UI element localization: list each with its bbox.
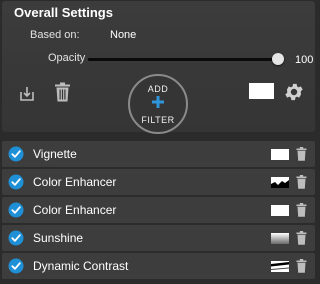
panel-title: Overall Settings: [14, 5, 113, 20]
overall-settings-panel: Overall Settings Based on: None Opacity …: [2, 1, 315, 134]
filter-name: Vignette: [33, 147, 77, 161]
trash-icon[interactable]: [296, 175, 307, 189]
check-circle-icon[interactable]: [8, 174, 24, 190]
trash-icon[interactable]: [296, 147, 307, 161]
trash-icon[interactable]: [296, 203, 307, 217]
opacity-slider-fill: [88, 58, 278, 61]
filter-row-color-enhancer[interactable]: Color Enhancer: [2, 169, 315, 195]
check-circle-icon[interactable]: [8, 202, 24, 218]
filter-row-vignette[interactable]: Vignette: [2, 141, 315, 167]
add-filter-button[interactable]: ADD FILTER: [128, 74, 188, 134]
opacity-value: 100: [295, 54, 314, 66]
mask-swatch[interactable]: [271, 233, 289, 244]
filter-row-sunshine[interactable]: Sunshine: [2, 225, 315, 251]
filter-name: Sunshine: [33, 231, 84, 245]
trash-icon[interactable]: [296, 231, 307, 245]
add-filter-label-top: ADD: [147, 84, 169, 94]
mask-swatch[interactable]: [271, 205, 289, 216]
add-filter-label-bottom: FILTER: [141, 115, 175, 125]
check-circle-icon[interactable]: [8, 146, 24, 162]
mask-swatch[interactable]: [271, 261, 289, 272]
delete-filter-trash-icon[interactable]: [54, 82, 71, 102]
filter-row-color-enhancer-2[interactable]: Color Enhancer: [2, 197, 315, 223]
mask-swatch[interactable]: [271, 177, 289, 188]
check-circle-icon[interactable]: [8, 258, 24, 274]
filter-row-dynamic-contrast[interactable]: Dynamic Contrast: [2, 253, 315, 279]
opacity-slider[interactable]: [88, 53, 284, 65]
opacity-label: Opacity: [48, 52, 86, 64]
trash-icon[interactable]: [296, 259, 307, 273]
opacity-slider-thumb[interactable]: [272, 53, 284, 65]
filter-name: Dynamic Contrast: [33, 259, 129, 273]
check-circle-icon[interactable]: [8, 230, 24, 246]
global-mask-swatch[interactable]: [249, 83, 274, 99]
export-icon[interactable]: [18, 84, 36, 102]
filter-list: Vignette Color Enhancer Color Enhancer S…: [2, 141, 315, 281]
filter-name: Color Enhancer: [33, 203, 117, 217]
based-on-dropdown[interactable]: None: [110, 29, 136, 41]
based-on-label: Based on:: [30, 29, 80, 41]
plus-icon: [152, 96, 164, 108]
mask-swatch[interactable]: [271, 149, 289, 160]
filter-name: Color Enhancer: [33, 175, 117, 189]
gear-icon[interactable]: [283, 81, 305, 103]
